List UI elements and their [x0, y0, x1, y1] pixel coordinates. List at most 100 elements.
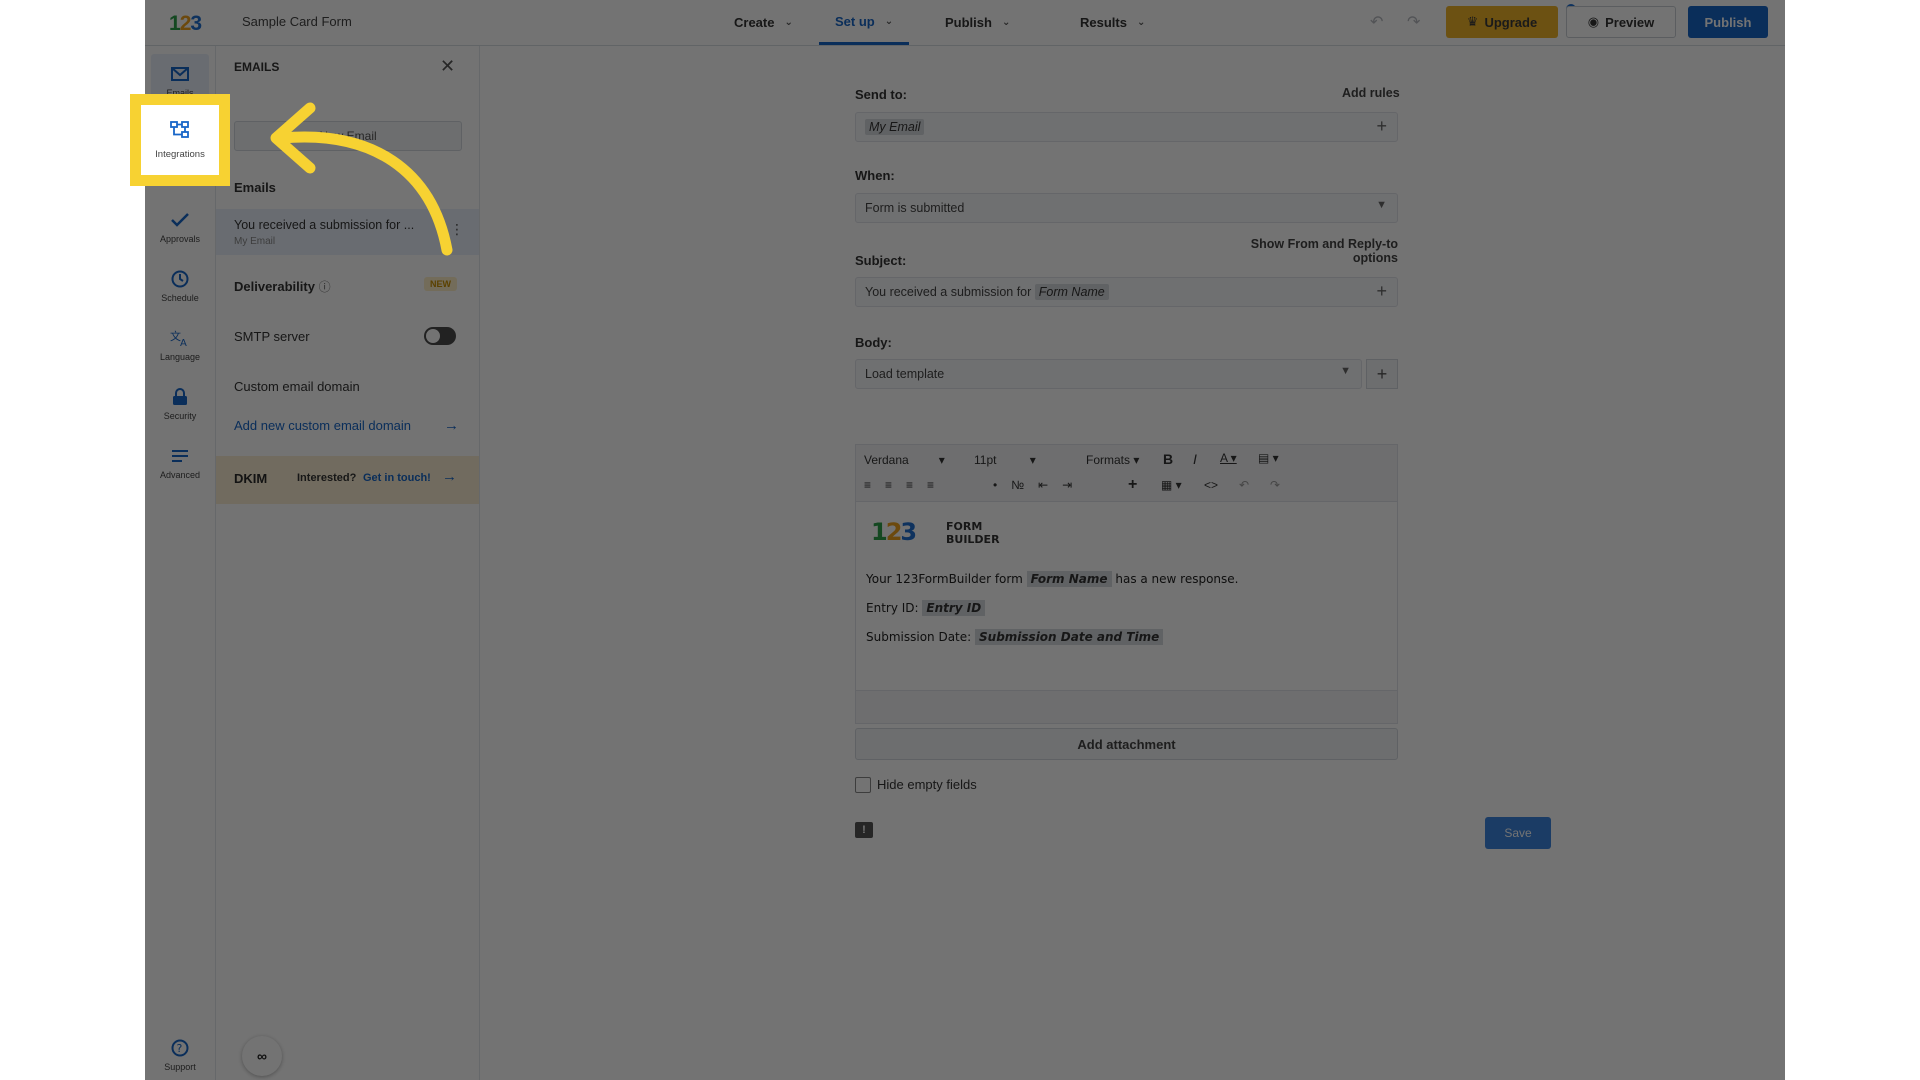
list-icons[interactable]: •№⇤⇥ — [993, 478, 1086, 492]
close-icon[interactable]: ✕ — [440, 56, 455, 77]
rail-item-approvals[interactable]: Approvals — [151, 200, 209, 252]
deliverability-heading: Deliverability ⓘ — [234, 278, 331, 295]
dkim-banner: DKIM Interested? Get in touch! → — [216, 456, 479, 504]
logo-digit-2: 2 — [179, 12, 192, 35]
when-select[interactable]: Form is submitted ▼ — [855, 193, 1398, 223]
tag-my-email: My Email — [865, 119, 925, 135]
logo-digit-2: 2 — [885, 518, 903, 546]
new-badge: NEW — [424, 277, 457, 291]
rail-item-integrations[interactable]: Integrations — [147, 111, 213, 169]
plus-icon[interactable]: + — [1376, 281, 1387, 302]
svg-text:?: ? — [177, 1042, 183, 1055]
publish-button[interactable]: Publish — [1688, 6, 1768, 38]
font-size-select[interactable]: 11pt ▾ — [974, 453, 1036, 467]
body-label: Body: — [855, 335, 892, 350]
redo-icon[interactable]: ↷ — [1270, 478, 1280, 492]
app-logo[interactable]: 123 — [169, 12, 202, 36]
when-value: Form is submitted — [865, 201, 965, 215]
smtp-toggle[interactable] — [424, 327, 456, 345]
line1-prefix: Your 123FormBuilder form — [866, 572, 1023, 586]
top-bar: 123 Sample Card Form Create ⌄ Set up ⌄ P… — [145, 0, 1785, 46]
integrations-icon — [170, 120, 190, 144]
plus-icon[interactable]: + — [1376, 116, 1387, 137]
feedback-icon[interactable]: ! — [855, 822, 873, 838]
rail-label: Support — [164, 1061, 196, 1072]
rail-item-support[interactable]: ? Support — [151, 1028, 209, 1080]
formats-select[interactable]: Formats ▾ — [1086, 453, 1139, 467]
subject-prefix: You received a submission for — [865, 285, 1032, 299]
undo-icon[interactable]: ↶ — [1370, 12, 1383, 32]
send-to-field[interactable]: My Email + — [855, 112, 1398, 142]
tab-create[interactable]: Create ⌄ — [734, 0, 793, 45]
left-rail: Emails Approvals Schedule 文A Language Se… — [145, 46, 216, 1080]
translate-icon: 文A — [169, 327, 191, 349]
undo-icon[interactable]: ↶ — [1239, 478, 1249, 492]
insert-icon[interactable]: + — [1128, 476, 1137, 494]
arrow-right-icon[interactable]: → — [444, 417, 459, 434]
tab-publish[interactable]: Publish ⌄ — [945, 0, 1010, 45]
align-icons[interactable]: ≡≡≡≡ — [864, 478, 948, 492]
svg-text:A: A — [180, 338, 187, 347]
load-template-select[interactable]: Load template ▼ — [855, 359, 1362, 389]
chat-widget-icon[interactable]: ∞ — [242, 1036, 282, 1076]
save-button[interactable]: Save — [1485, 817, 1551, 849]
add-rules-link[interactable]: Add rules — [1342, 86, 1400, 100]
logo-digit-3: 3 — [900, 518, 917, 546]
dkim-interested: Interested? — [297, 472, 357, 484]
hide-empty-checkbox[interactable] — [855, 777, 871, 793]
add-domain-link[interactable]: Add new custom email domain — [234, 418, 411, 433]
preview-label: Preview — [1605, 14, 1655, 30]
info-icon[interactable]: ⓘ — [319, 280, 331, 294]
help-icon: ? — [169, 1037, 191, 1059]
redo-icon[interactable]: ↷ — [1407, 12, 1420, 32]
arrow-right-icon[interactable]: → — [442, 468, 457, 485]
subject-label: Subject: — [855, 253, 907, 268]
deliverability-label: Deliverability — [234, 279, 315, 294]
rail-item-security[interactable]: Security — [151, 377, 209, 429]
code-icon[interactable]: <> — [1204, 478, 1218, 492]
font-family-select[interactable]: Verdana ▾ — [864, 453, 945, 467]
send-to-label: Send to: — [855, 87, 907, 102]
crown-icon: ♛ — [1466, 14, 1479, 29]
editor-line-1: Your 123FormBuilder form Form Name has a… — [866, 571, 1239, 587]
table-icon[interactable]: ▦ ▾ — [1161, 478, 1182, 492]
add-attachment-button[interactable]: Add attachment — [855, 728, 1398, 760]
subject-field[interactable]: You received a submission for Form Name … — [855, 277, 1398, 307]
tab-create-label: Create — [734, 15, 775, 30]
form-title[interactable]: Sample Card Form — [242, 14, 352, 29]
chevron-down-icon: ⌄ — [784, 17, 793, 28]
integrations-highlight: Integrations — [130, 94, 230, 186]
rail-label: Language — [159, 351, 201, 362]
wordmark-line-1: FORM — [946, 520, 983, 533]
eye-icon: ◉ — [1587, 14, 1600, 29]
upgrade-button[interactable]: ♛ Upgrade — [1446, 6, 1558, 38]
line1-suffix: has a new response. — [1115, 572, 1239, 586]
when-label: When: — [855, 168, 895, 183]
get-in-touch-link[interactable]: Get in touch! — [363, 472, 431, 484]
tab-results[interactable]: Results ⌄ — [1080, 0, 1145, 45]
bold-icon[interactable]: B — [1163, 451, 1173, 467]
tag-submission-date: Submission Date and Time — [975, 629, 1164, 645]
lines-icon — [169, 445, 191, 467]
editor-body[interactable]: 123 FORM BUILDER Your 123FormBuilder for… — [855, 502, 1398, 690]
show-from-link[interactable]: Show From and Reply-to options — [1220, 237, 1398, 265]
rail-item-schedule[interactable]: Schedule — [151, 259, 209, 311]
rail-item-language[interactable]: 文A Language — [151, 318, 209, 370]
rail-label: Advanced — [159, 469, 201, 480]
smtp-label: SMTP server — [234, 329, 310, 344]
dkim-label: DKIM — [234, 471, 268, 486]
rail-item-advanced[interactable]: Advanced — [151, 436, 209, 488]
hide-empty-label: Hide empty fields — [877, 777, 977, 792]
tab-set-up[interactable]: Set up ⌄ — [819, 0, 910, 45]
editor-line-3: Submission Date: Submission Date and Tim… — [866, 629, 1164, 645]
highlight-color-icon[interactable]: ▤ ▾ — [1258, 451, 1279, 465]
text-color-icon[interactable]: A ▾ — [1220, 451, 1237, 465]
panel-title: EMAILS — [234, 60, 280, 74]
tab-publish-label: Publish — [945, 15, 992, 30]
chevron-down-icon: ⌄ — [1136, 17, 1146, 28]
add-template-button[interactable]: + — [1366, 359, 1398, 389]
email-editor: Send to: Add rules My Email + When: Form… — [480, 46, 1785, 1080]
italic-icon[interactable]: I — [1193, 451, 1197, 467]
preview-button[interactable]: ◉ Preview — [1566, 6, 1676, 38]
tutorial-arrow-icon — [270, 102, 453, 256]
